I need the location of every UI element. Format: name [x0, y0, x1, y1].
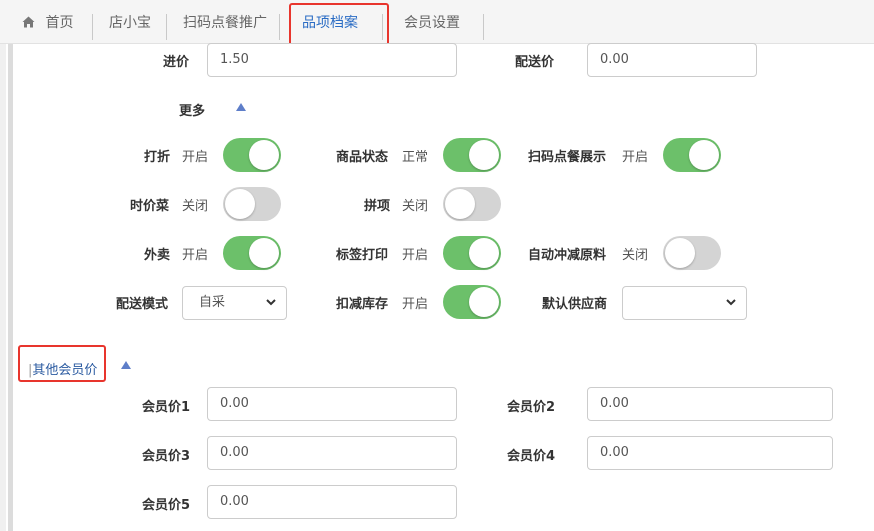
tab-divider: [92, 14, 93, 40]
chevron-down-icon: [266, 287, 276, 332]
section-highlight: [18, 345, 106, 382]
member-price-5-input[interactable]: 0.00: [207, 485, 457, 519]
member-price-5-label: 会员价5: [142, 498, 191, 513]
takeout-toggle[interactable]: [223, 236, 281, 270]
label-print-label: 标签打印: [336, 248, 389, 263]
tab-divider: [483, 14, 484, 40]
toggle-knob: [469, 287, 499, 317]
member-price-2-input[interactable]: 0.00: [587, 387, 833, 421]
market-price-toggle[interactable]: [223, 187, 281, 221]
combo-label: 拼项: [364, 199, 391, 214]
member-price-1-label: 会员价1: [142, 400, 191, 415]
delivery-price-input[interactable]: 0.00: [587, 43, 757, 77]
collapse-up-icon[interactable]: [236, 103, 246, 111]
member-price-4-label: 会员价4: [507, 449, 556, 464]
toggle-knob: [469, 238, 499, 268]
label-print-toggle[interactable]: [443, 236, 501, 270]
discount-state: 开启: [182, 150, 209, 165]
toggle-knob: [249, 238, 279, 268]
toggle-knob: [665, 238, 695, 268]
combo-toggle[interactable]: [443, 187, 501, 221]
toggle-knob: [469, 140, 499, 170]
home-icon: [22, 16, 35, 27]
collapse-up-icon[interactable]: [121, 361, 131, 369]
auto-deduct-label: 自动冲减原料: [528, 248, 607, 263]
product-status-label: 商品状态: [336, 150, 389, 165]
left-scroll-bar: [8, 44, 13, 531]
tab-bar: 首页 店小宝 扫码点餐推广 品项档案 会员设置: [0, 0, 874, 44]
member-price-3-input[interactable]: 0.00: [207, 436, 457, 470]
auto-deduct-toggle[interactable]: [663, 236, 721, 270]
product-status-state: 正常: [402, 150, 429, 165]
toggle-knob: [225, 189, 255, 219]
member-price-2-label: 会员价2: [507, 400, 556, 415]
market-price-label: 时价菜: [130, 199, 170, 214]
deduct-stock-state: 开启: [402, 297, 429, 312]
tab-scan-promo[interactable]: 扫码点餐推广: [183, 0, 267, 44]
auto-deduct-state: 关闭: [622, 248, 649, 263]
market-price-state: 关闭: [182, 199, 209, 214]
toggle-knob: [249, 140, 279, 170]
delivery-mode-value: 自采: [199, 295, 226, 310]
tab-divider: [279, 14, 280, 40]
scan-display-toggle[interactable]: [663, 138, 721, 172]
delivery-price-label: 配送价: [515, 55, 555, 70]
label-print-state: 开启: [402, 248, 429, 263]
discount-label: 打折: [144, 150, 171, 165]
chevron-down-icon: [726, 287, 736, 332]
member-price-4-input[interactable]: 0.00: [587, 436, 833, 470]
cost-price-input[interactable]: 1.50: [207, 43, 457, 77]
tab-label: 首页: [45, 15, 74, 31]
deduct-stock-label: 扣减库存: [336, 297, 389, 312]
takeout-label: 外卖: [144, 248, 171, 263]
tab-dianxiaobao[interactable]: 店小宝: [109, 0, 151, 44]
toggle-knob: [445, 189, 475, 219]
tab-divider: [166, 14, 167, 40]
delivery-mode-label: 配送模式: [116, 297, 169, 312]
delivery-mode-select[interactable]: 自采: [182, 286, 287, 320]
product-status-toggle[interactable]: [443, 138, 501, 172]
toggle-knob: [689, 140, 719, 170]
combo-state: 关闭: [402, 199, 429, 214]
scan-display-state: 开启: [622, 150, 649, 165]
default-supplier-label: 默认供应商: [542, 297, 608, 312]
member-price-3-label: 会员价3: [142, 449, 191, 464]
default-supplier-select[interactable]: [622, 286, 747, 320]
tab-home[interactable]: 首页: [22, 0, 73, 44]
scan-display-label: 扫码点餐展示: [528, 150, 607, 165]
more-label: 更多: [179, 104, 206, 119]
cost-price-label: 进价: [163, 55, 190, 70]
tab-member-settings[interactable]: 会员设置: [404, 0, 460, 44]
member-price-1-input[interactable]: 0.00: [207, 387, 457, 421]
deduct-stock-toggle[interactable]: [443, 285, 501, 319]
takeout-state: 开启: [182, 248, 209, 263]
discount-toggle[interactable]: [223, 138, 281, 172]
